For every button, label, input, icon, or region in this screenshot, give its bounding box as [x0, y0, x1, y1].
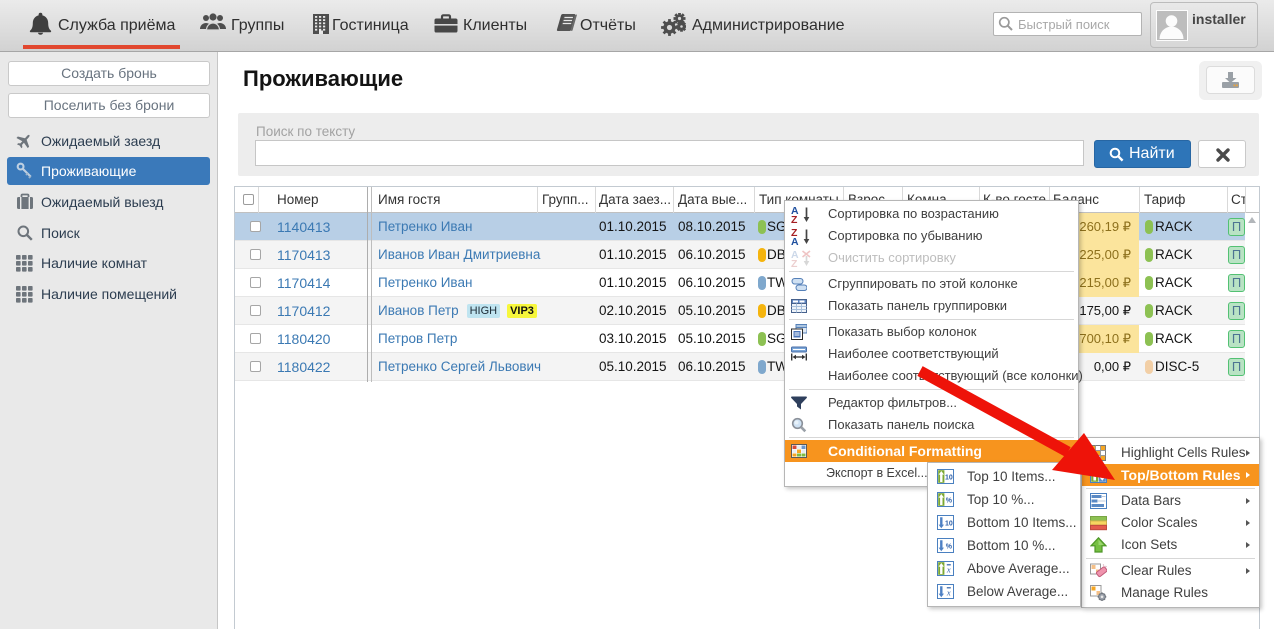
- svg-text:10: 10: [945, 520, 953, 527]
- svg-text:Z: Z: [791, 214, 798, 223]
- svg-text:x: x: [946, 587, 951, 597]
- svg-text:%: %: [946, 543, 953, 550]
- svg-text:x: x: [946, 564, 951, 574]
- svg-text:A: A: [791, 236, 799, 245]
- svg-text:Z: Z: [791, 258, 798, 267]
